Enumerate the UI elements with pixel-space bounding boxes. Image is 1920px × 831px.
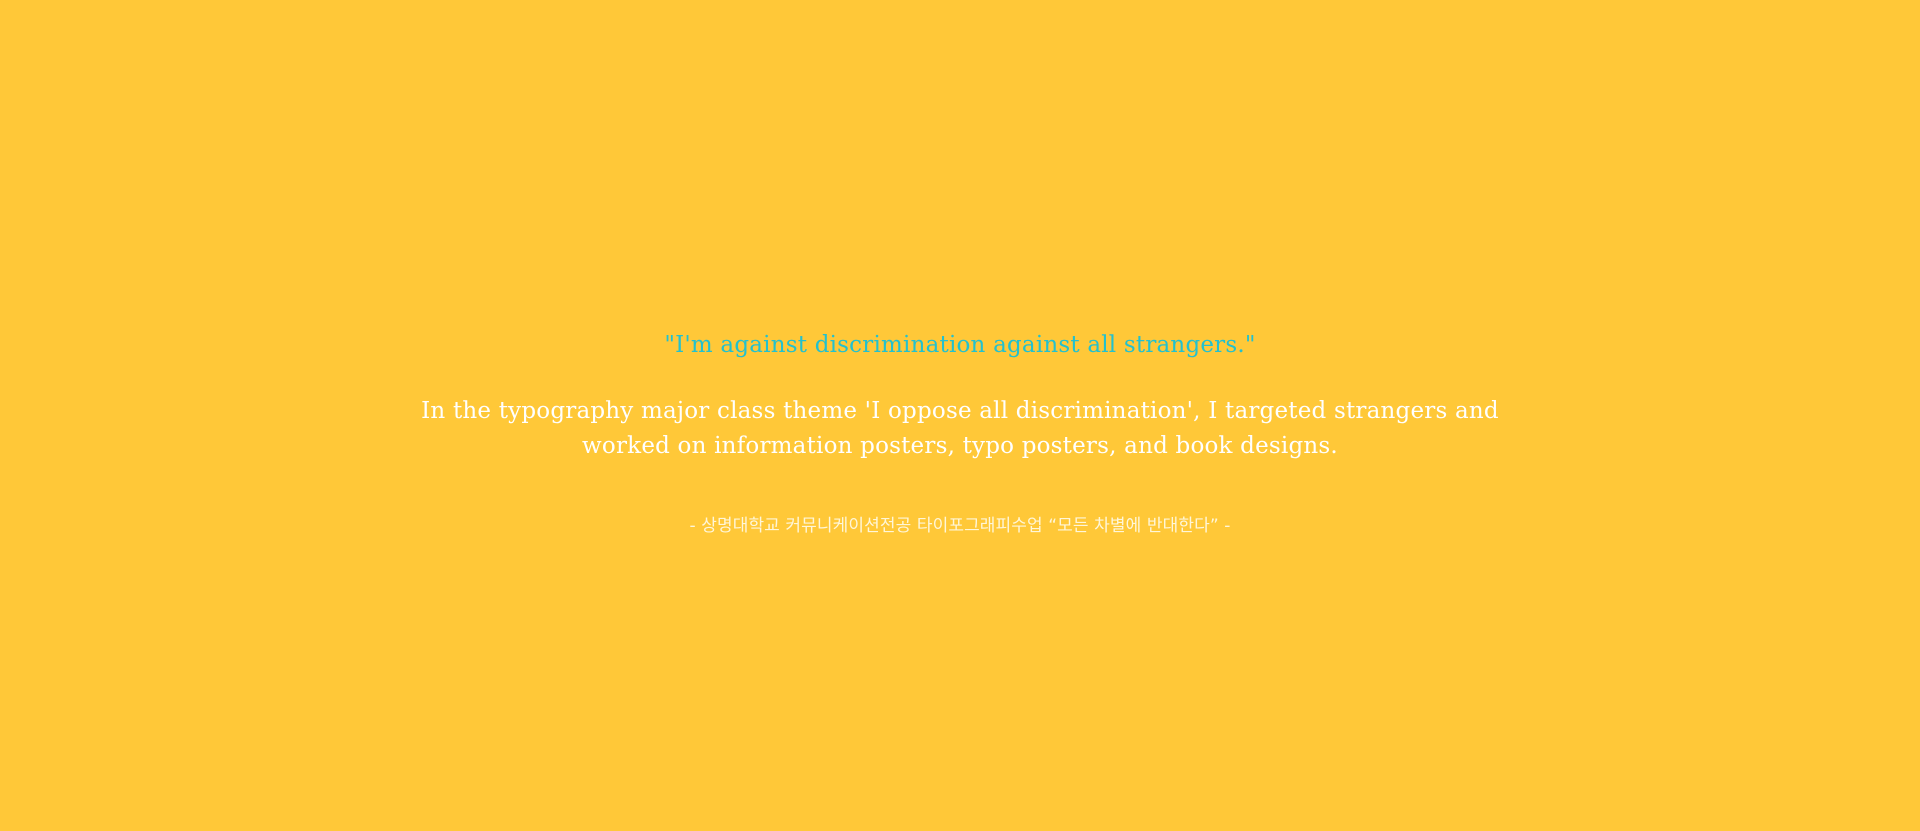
description-line: worked on information posters, typo post… [582, 433, 1338, 459]
project-description: In the typography major class theme 'I o… [405, 394, 1515, 464]
course-credit: - 상명대학교 커뮤니케이션전공 타이포그래피수업 “모든 차별에 반대한다” … [689, 516, 1231, 536]
quote-heading: "I'm against discrimination against all … [664, 332, 1256, 358]
description-line: In the typography major class theme 'I o… [421, 398, 1499, 424]
page-canvas: "I'm against discrimination against all … [0, 0, 1920, 831]
text-block: "I'm against discrimination against all … [0, 325, 1920, 539]
